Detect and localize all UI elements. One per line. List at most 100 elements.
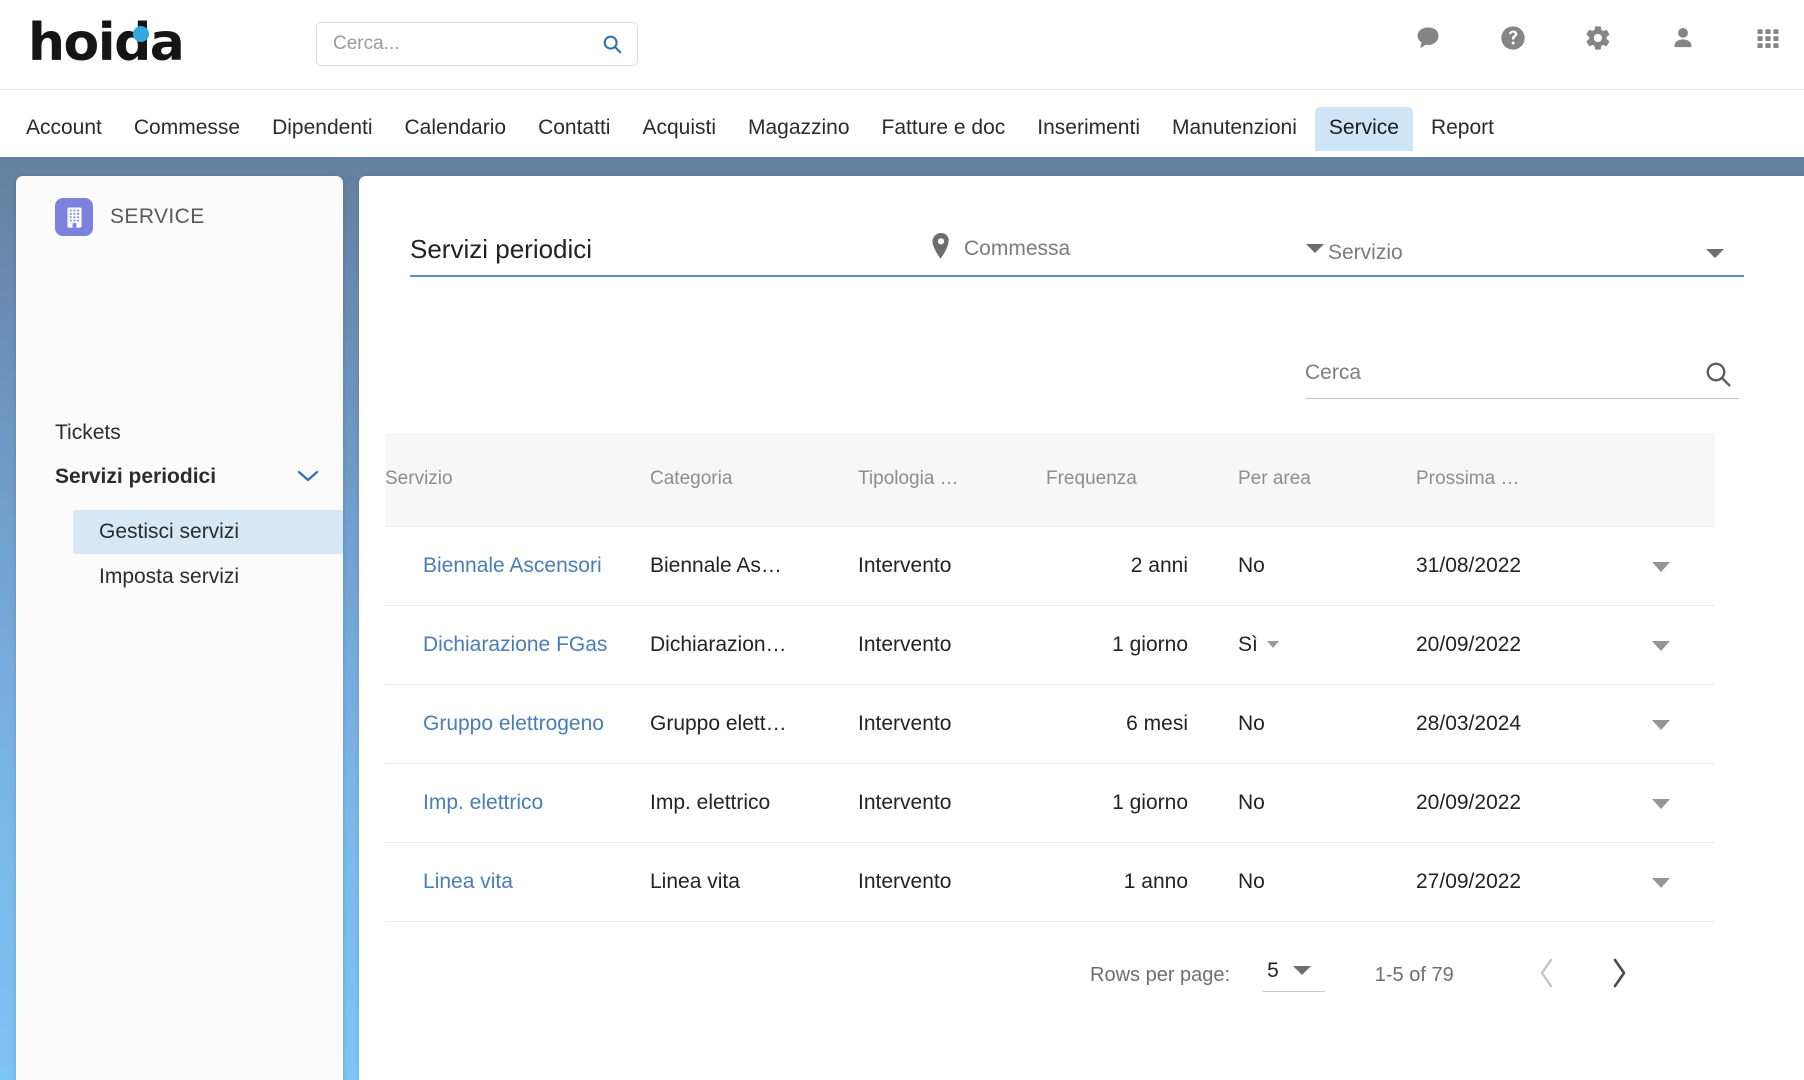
cell-frequenza: 1 giorno	[1112, 632, 1188, 656]
nav-item-calendario[interactable]: Calendario	[391, 107, 521, 151]
table-row[interactable]: Dichiarazione FGas Dichiarazion… Intervent…	[385, 605, 1715, 684]
rows-per-page-label: Rows per page:	[1090, 963, 1231, 986]
chevron-down-icon[interactable]	[1706, 248, 1724, 258]
nav-item-report[interactable]: Report	[1417, 107, 1508, 151]
cell-categoria: Imp. elettrico	[650, 790, 771, 814]
column-header-tipologia[interactable]: Tipologia …	[858, 433, 1046, 526]
nav-item-fatture-e-doc[interactable]: Fatture e doc	[868, 107, 1020, 151]
cell-row-actions[interactable]	[1606, 605, 1715, 684]
table-body: Biennale Ascensori Biennale As… Intervento…	[385, 526, 1715, 921]
service-link[interactable]: Imp. elettrico	[423, 791, 543, 814]
chevron-down-icon[interactable]	[1651, 561, 1670, 572]
cell-row-actions[interactable]	[1606, 842, 1715, 921]
cell-per-area: Sì	[1238, 605, 1416, 684]
page-title: Servizi periodici	[410, 234, 593, 264]
column-header-servizio[interactable]: Servizio	[385, 433, 650, 526]
cell-categoria: Linea vita	[650, 869, 740, 893]
chevron-right-icon[interactable]	[1608, 956, 1630, 995]
location-pin-icon	[930, 232, 952, 265]
service-link[interactable]: Gruppo elettrogeno	[423, 712, 604, 735]
cell-tipologia: Intervento	[858, 869, 952, 893]
cell-prossima-scadenza: 28/03/2024	[1416, 711, 1522, 735]
commessa-filter[interactable]: Commessa	[930, 232, 1328, 275]
cell-per-area: No	[1238, 869, 1265, 893]
cell-servizio: Linea vita	[385, 842, 650, 921]
chevron-left-icon[interactable]	[1536, 956, 1558, 995]
table-search-input[interactable]	[1305, 353, 1675, 393]
chevron-down-icon[interactable]	[1651, 877, 1670, 888]
cell-servizio: Gruppo elettrogeno	[385, 684, 650, 763]
chevron-down-icon[interactable]	[1306, 244, 1324, 253]
cell-prossima-scadenza: 31/08/2022	[1416, 553, 1522, 577]
apps-grid-icon[interactable]	[1754, 24, 1782, 52]
cell-servizio: Imp. elettrico	[385, 763, 650, 842]
table-row[interactable]: Biennale Ascensori Biennale As… Intervento…	[385, 526, 1715, 605]
nav-item-commesse[interactable]: Commesse	[120, 107, 254, 151]
sidebar-item-gestisci-servizi[interactable]: Gestisci servizi	[73, 510, 343, 554]
service-link[interactable]: Dichiarazione FGas	[423, 633, 607, 656]
cell-row-actions[interactable]	[1606, 684, 1715, 763]
nav-item-contatti[interactable]: Contatti	[524, 107, 624, 151]
help-icon[interactable]	[1499, 24, 1527, 52]
cell-row-actions[interactable]	[1606, 763, 1715, 842]
chevron-down-icon[interactable]	[1651, 798, 1670, 809]
nav-item-magazzino[interactable]: Magazzino	[734, 107, 864, 151]
table-row[interactable]: Linea vita Linea vita Intervento 1 anno No 27…	[385, 842, 1715, 921]
table-row[interactable]: Imp. elettrico Imp. elettrico Intervento 1 …	[385, 763, 1715, 842]
cell-servizio: Dichiarazione FGas	[385, 605, 650, 684]
services-table: Servizio Categoria Tipologia … Frequenza…	[385, 433, 1715, 922]
pagination: Rows per page: 5 1-5 of 79	[1090, 950, 1715, 1000]
sidebar-item-tickets[interactable]: Tickets	[55, 421, 121, 445]
brand-logo-text: hoida	[28, 13, 185, 73]
chevron-down-icon[interactable]	[296, 465, 320, 489]
nav-item-account[interactable]: Account	[12, 107, 116, 151]
brand-logo[interactable]: hoida	[28, 12, 185, 74]
nav-item-acquisti[interactable]: Acquisti	[628, 107, 730, 151]
column-header-prossima[interactable]: Prossima …	[1416, 433, 1606, 526]
table-search[interactable]	[1305, 353, 1739, 399]
table-header-row: Servizio Categoria Tipologia … Frequenza…	[385, 433, 1715, 526]
column-header-per-area[interactable]: Per area	[1238, 433, 1416, 526]
sidebar: SERVICE Tickets Servizi periodici Gestis…	[16, 176, 343, 1080]
chevron-down-icon[interactable]	[1266, 641, 1279, 648]
cell-prossima-scadenza: 20/09/2022	[1416, 632, 1522, 656]
global-search-input[interactable]	[333, 23, 583, 65]
search-icon[interactable]	[1703, 359, 1733, 394]
top-bar: hoida	[0, 0, 1804, 90]
gear-icon[interactable]	[1584, 24, 1612, 52]
service-link[interactable]: Biennale Ascensori	[423, 554, 602, 577]
service-link[interactable]: Linea vita	[423, 870, 513, 893]
logo-dot	[133, 26, 149, 42]
servizio-filter[interactable]: Servizio	[1328, 241, 1728, 275]
chat-icon[interactable]	[1414, 24, 1442, 52]
cell-categoria: Dichiarazion…	[650, 632, 787, 656]
rows-per-page-select[interactable]: 5	[1263, 959, 1325, 992]
cell-categoria: Biennale As…	[650, 553, 782, 577]
cell-prossima-scadenza: 27/09/2022	[1416, 869, 1522, 893]
column-header-frequenza[interactable]: Frequenza	[1046, 433, 1238, 526]
cell-tipologia: Intervento	[858, 711, 952, 735]
sidebar-item-imposta-servizi[interactable]: Imposta servizi	[73, 555, 343, 599]
cell-prossima-scadenza: 20/09/2022	[1416, 790, 1522, 814]
user-icon[interactable]	[1669, 24, 1697, 52]
column-header-actions	[1606, 433, 1715, 526]
nav-item-manutenzioni[interactable]: Manutenzioni	[1158, 107, 1311, 151]
column-header-categoria[interactable]: Categoria	[650, 433, 858, 526]
sidebar-group-servizi-periodici[interactable]: Servizi periodici	[55, 465, 320, 489]
chevron-down-icon[interactable]	[1651, 719, 1670, 730]
search-icon[interactable]	[601, 33, 623, 55]
table-header: Servizio Categoria Tipologia … Frequenza…	[385, 433, 1715, 526]
cell-tipologia: Intervento	[858, 553, 952, 577]
global-search[interactable]	[316, 22, 638, 66]
chevron-down-icon[interactable]	[1651, 640, 1670, 651]
cell-frequenza: 1 giorno	[1112, 790, 1188, 814]
servizio-filter-label: Servizio	[1328, 241, 1403, 264]
nav-item-service[interactable]: Service	[1314, 107, 1413, 151]
commessa-filter-label: Commessa	[964, 236, 1071, 260]
cell-row-actions[interactable]	[1606, 526, 1715, 605]
table-row[interactable]: Gruppo elettrogeno Gruppo elett… Intervent…	[385, 684, 1715, 763]
cell-frequenza: 2 anni	[1130, 553, 1188, 577]
nav-item-dipendenti[interactable]: Dipendenti	[258, 107, 386, 151]
nav-item-inserimenti[interactable]: Inserimenti	[1023, 107, 1154, 151]
chevron-down-icon[interactable]	[1292, 966, 1311, 975]
